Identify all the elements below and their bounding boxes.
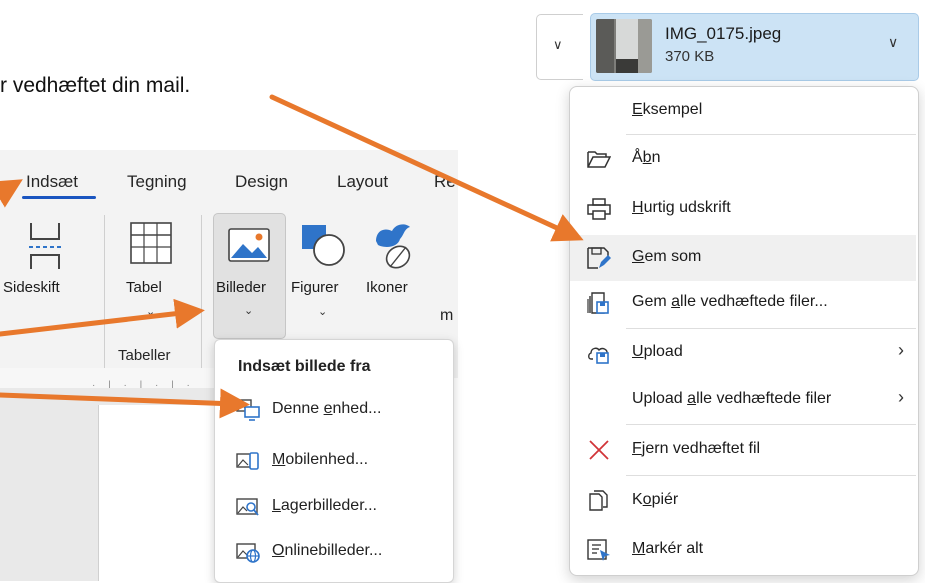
stock-images-icon: [236, 498, 259, 516]
menu-item-mobile-device[interactable]: Mobilenhed...: [214, 441, 452, 481]
menu-item-label: Hurtig udskrift: [632, 199, 731, 216]
picture-icon: [228, 228, 270, 262]
attachment-thumbnail: [596, 19, 652, 73]
table-button[interactable]: Tabel ⌄: [112, 213, 192, 333]
truncated-button-label: m: [440, 307, 454, 324]
shapes-label: Figurer: [291, 279, 339, 296]
menu-item-upload[interactable]: Upload ›: [570, 330, 916, 376]
tab-references[interactable]: Re: [434, 172, 456, 192]
tab-drawing[interactable]: Tegning: [127, 172, 187, 192]
menu-item-save-as[interactable]: Gem som: [570, 235, 916, 281]
pictures-button[interactable]: Billeder ⌄: [213, 213, 286, 339]
attachment-filename: IMG_0175.jpeg: [665, 24, 782, 43]
menu-item-select-all[interactable]: Markér alt: [570, 527, 916, 573]
menu-item-label: Onlinebilleder...: [272, 542, 383, 559]
menu-item-preview[interactable]: Eksempel: [570, 88, 916, 134]
menu-item-label: Upload alle vedhæftede filer: [632, 390, 832, 407]
page-break-button[interactable]: Sideskift: [0, 213, 95, 323]
menu-item-save-all[interactable]: Gem alle vedhæftede filer...: [570, 280, 916, 326]
save-all-icon: [587, 292, 609, 314]
chevron-down-icon: ⌄: [146, 306, 156, 318]
menu-item-label: Fjern vedhæftet fil: [632, 440, 761, 457]
page-break-icon: [29, 223, 61, 269]
menu-item-online-pictures[interactable]: Onlinebilleder...: [214, 532, 452, 572]
group-separator: [104, 215, 105, 370]
attachment-menu-chevron-icon[interactable]: ∨: [888, 34, 898, 51]
attachment-size: 370 KB: [665, 48, 715, 65]
this-device-icon: [236, 399, 260, 421]
menu-item-label: Lagerbilleder...: [272, 497, 377, 514]
folder-open-icon: [587, 151, 611, 168]
menu-item-stock-images[interactable]: Lagerbilleder...: [214, 487, 452, 527]
table-icon: [130, 222, 172, 264]
group-label-tables: Tabeller: [118, 347, 171, 364]
menu-item-label: Upload: [632, 343, 683, 360]
menu-item-label: Mobilenhed...: [272, 451, 369, 468]
remove-icon: [589, 440, 609, 460]
chevron-down-icon: ∨: [553, 37, 563, 52]
online-pictures-icon: [236, 543, 260, 563]
menu-item-quick-print[interactable]: Hurtig udskrift: [570, 186, 916, 232]
tab-design[interactable]: Design: [235, 172, 288, 192]
shapes-icon: [302, 225, 345, 266]
mobile-device-icon: [236, 452, 259, 470]
insert-picture-menu-title: Indsæt billede fra: [238, 358, 371, 375]
menu-item-label: Kopiér: [632, 491, 679, 508]
chevron-right-icon: ›: [898, 340, 904, 360]
tab-layout[interactable]: Layout: [337, 172, 388, 192]
previous-attachment-chip[interactable]: ∨: [536, 14, 583, 80]
menu-separator: [626, 424, 916, 425]
select-all-icon: [587, 539, 610, 561]
icons-button[interactable]: Ikoner: [360, 213, 426, 313]
page-break-label: Sideskift: [3, 279, 60, 296]
upload-icon: [588, 347, 609, 364]
icons-label: Ikoner: [366, 279, 408, 296]
menu-item-upload-all[interactable]: Upload alle vedhæftede filer ›: [570, 377, 916, 423]
chevron-right-icon: ›: [898, 387, 904, 407]
active-tab-indicator: [22, 196, 96, 199]
save-as-icon: [587, 247, 611, 269]
menu-separator: [626, 475, 916, 476]
chevron-down-icon: ⌄: [244, 305, 254, 317]
menu-item-label: Gem alle vedhæftede filer...: [632, 293, 828, 310]
menu-item-remove-attachment[interactable]: Fjern vedhæftet fil: [570, 427, 916, 473]
table-label: Tabel: [126, 279, 162, 296]
menu-item-label: Gem som: [632, 248, 702, 265]
menu-separator: [626, 328, 916, 329]
menu-item-label: Eksempel: [632, 101, 703, 118]
menu-separator: [626, 134, 916, 135]
instruction-text: r vedhæftet din mail.: [0, 74, 191, 97]
menu-item-label: Åbn: [632, 149, 661, 166]
menu-item-copy[interactable]: Kopiér: [570, 478, 916, 524]
tab-insert[interactable]: Indsæt: [26, 172, 78, 192]
chevron-down-icon: ⌄: [318, 306, 328, 318]
copy-icon: [589, 490, 608, 511]
document-page[interactable]: [98, 405, 216, 581]
bird-leaf-icon: [376, 224, 411, 269]
shapes-button[interactable]: Figurer ⌄: [288, 213, 358, 333]
printer-icon: [587, 198, 611, 220]
menu-item-open[interactable]: Åbn: [570, 136, 916, 182]
menu-item-label: Denne enhed...: [272, 400, 382, 417]
menu-item-this-device[interactable]: Denne enhed...: [214, 390, 452, 430]
pictures-label: Billeder: [216, 279, 267, 296]
group-separator: [201, 215, 202, 370]
menu-item-label: Markér alt: [632, 540, 704, 557]
